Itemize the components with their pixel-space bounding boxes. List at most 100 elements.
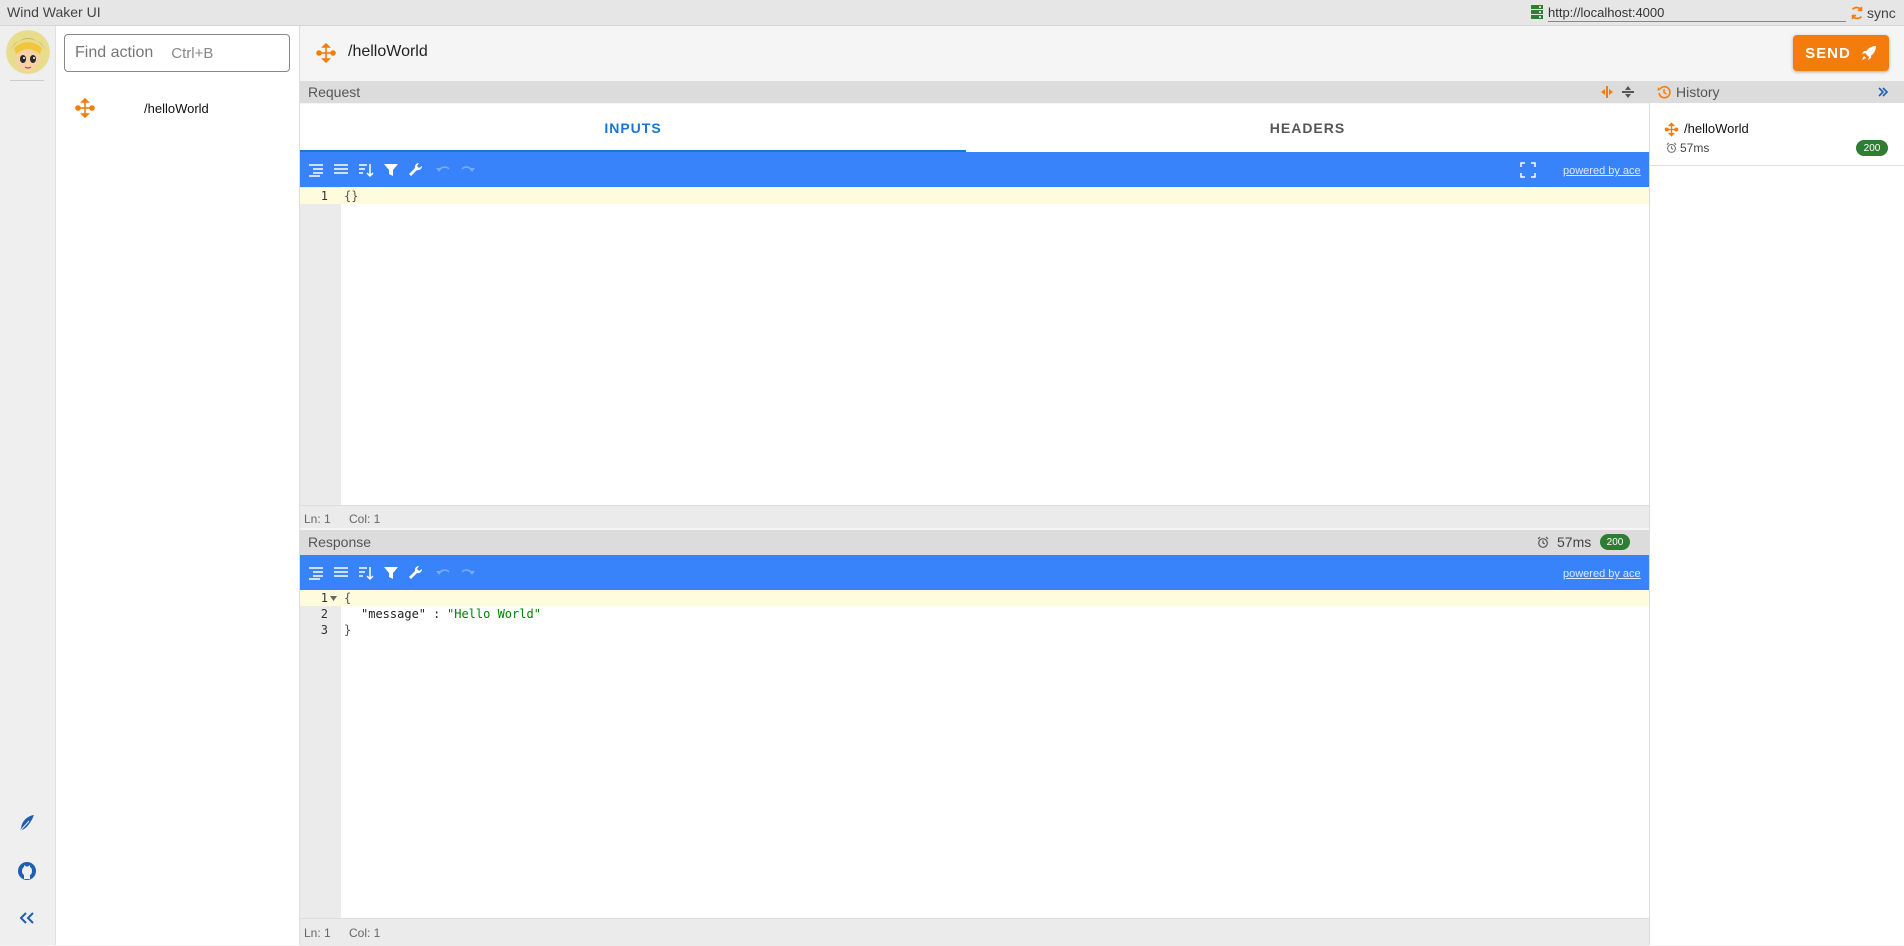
response-editor-menu: [300, 555, 1649, 590]
filter-button[interactable]: [381, 563, 401, 583]
fold-arrow-icon[interactable]: [330, 596, 337, 601]
line-number: 1: [320, 591, 328, 605]
sync-icon: [1851, 6, 1863, 20]
move-arrows-icon: [1664, 122, 1679, 137]
format-icon: [309, 164, 323, 177]
request-title: Request: [308, 84, 361, 100]
feather-icon: [19, 815, 34, 832]
response-active-line: [300, 590, 1649, 606]
feather-button[interactable]: [12, 808, 42, 838]
status-badge: 200: [1856, 140, 1888, 156]
sort-icon: [359, 567, 374, 581]
filter-icon: [384, 567, 398, 579]
repair-button[interactable]: [406, 160, 426, 180]
action-item-hello-world[interactable]: /helloWorld: [56, 92, 299, 124]
request-status-line: Ln: 1: [304, 512, 331, 526]
rail-divider: [10, 80, 44, 81]
sync-label: sync: [1867, 5, 1896, 21]
format-button[interactable]: [306, 563, 326, 583]
send-label: SEND: [1805, 44, 1851, 62]
code-line: {}: [344, 189, 359, 203]
request-editor-menu: [300, 152, 1649, 187]
history-icon: [1657, 85, 1671, 99]
main-header: [300, 26, 1904, 81]
tab-inputs[interactable]: INPUTS: [300, 104, 966, 152]
format-icon: [309, 567, 323, 580]
server-url-input[interactable]: [1548, 3, 1846, 22]
rocket-icon: [1861, 46, 1876, 60]
json-colon: :: [433, 607, 448, 621]
format-button[interactable]: [306, 160, 326, 180]
request-status-bar: [300, 505, 1649, 528]
page-title: /helloWorld: [348, 43, 428, 60]
redo-button[interactable]: [458, 160, 478, 180]
fullscreen-button[interactable]: [1518, 160, 1538, 180]
undo-button[interactable]: [433, 160, 453, 180]
undo-icon: [436, 166, 450, 172]
avatar[interactable]: [6, 30, 50, 74]
response-time: 57ms: [1557, 534, 1592, 550]
response-gutter: [300, 590, 341, 918]
json-key: "message": [361, 607, 427, 621]
powered-by-ace-link[interactable]: powered by ace: [1563, 568, 1641, 580]
alarm-clock-icon: [1666, 142, 1677, 153]
response-status-line: Ln: 1: [304, 926, 331, 940]
github-button[interactable]: [12, 856, 42, 886]
history-panel: [1649, 81, 1904, 945]
request-bar: [300, 81, 1649, 103]
undo-icon: [436, 569, 450, 575]
compact-icon: [334, 164, 348, 174]
find-action-placeholder: Find action: [75, 44, 154, 61]
response-status-col: Col: 1: [349, 926, 381, 940]
app-title: Wind Waker UI: [7, 4, 101, 20]
send-button[interactable]: SEND: [1793, 35, 1889, 71]
alarm-clock-icon: [1537, 536, 1549, 548]
filter-button[interactable]: [381, 160, 401, 180]
fullscreen-icon: [1520, 162, 1536, 178]
line-number: 3: [320, 623, 328, 637]
sync-button[interactable]: sync: [1850, 3, 1896, 23]
move-arrows-icon: [316, 42, 336, 64]
filter-icon: [384, 164, 398, 176]
actions-panel: [56, 26, 300, 945]
powered-by-ace-link[interactable]: powered by ace: [1563, 165, 1641, 177]
redo-button[interactable]: [458, 563, 478, 583]
line-number: 1: [320, 189, 328, 203]
request-status-col: Col: 1: [349, 512, 381, 526]
response-status-bar: [300, 918, 1649, 946]
tab-headers[interactable]: HEADERS: [966, 104, 1649, 152]
sort-button[interactable]: [356, 563, 376, 583]
json-string-value: "Hello World": [447, 607, 541, 621]
server-icon: [1531, 5, 1543, 19]
history-item-label: /helloWorld: [1684, 121, 1749, 136]
double-chevron-left-icon: [19, 912, 34, 924]
move-arrows-icon: [75, 97, 95, 119]
request-active-line: [300, 188, 1649, 204]
double-chevron-right-icon[interactable]: [1877, 86, 1889, 98]
find-action-shortcut: Ctrl+B: [171, 44, 214, 62]
compact-button[interactable]: [331, 160, 351, 180]
repair-button[interactable]: [406, 563, 426, 583]
wrench-icon: [409, 162, 423, 176]
response-code-area[interactable]: [341, 590, 1649, 918]
sort-icon: [359, 164, 374, 178]
redo-icon: [461, 569, 475, 575]
collapse-button[interactable]: [12, 903, 42, 933]
request-gutter: [300, 187, 341, 505]
compact-button[interactable]: [331, 563, 351, 583]
sort-button[interactable]: [356, 160, 376, 180]
layout-split-horizontal-icon[interactable]: [1621, 85, 1635, 99]
redo-icon: [461, 166, 475, 172]
request-code-area[interactable]: [341, 187, 1649, 505]
code-line: {: [344, 591, 352, 605]
line-number: 2: [320, 607, 328, 621]
compact-icon: [334, 567, 348, 577]
history-item-time: 57ms: [1680, 141, 1710, 155]
layout-split-vertical-icon[interactable]: [1600, 85, 1614, 99]
wrench-icon: [409, 565, 423, 579]
undo-button[interactable]: [433, 563, 453, 583]
history-title: History: [1676, 84, 1720, 100]
find-action-input[interactable]: Find action Ctrl+B: [64, 34, 290, 72]
github-icon: [18, 862, 36, 880]
response-title: Response: [308, 534, 372, 550]
